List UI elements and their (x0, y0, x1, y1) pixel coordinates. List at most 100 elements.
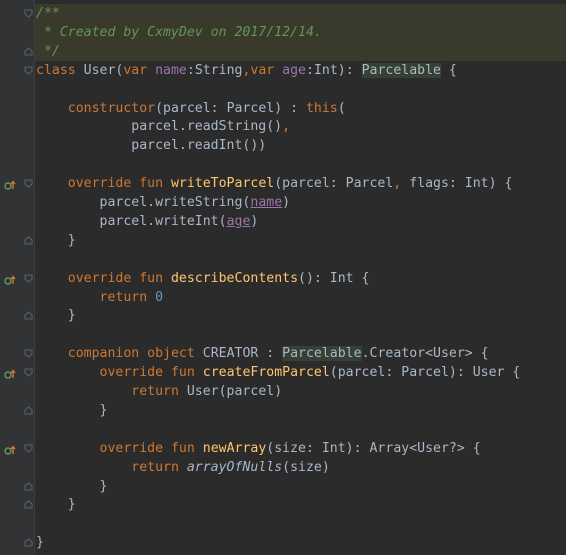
code-line[interactable]: } (0, 477, 566, 496)
code-token: describeContents (170, 270, 299, 286)
code-line[interactable]: } (0, 401, 566, 420)
code-text[interactable]: } (36, 495, 76, 514)
code-line[interactable]: return arrayOfNulls(size) (0, 458, 566, 477)
fold-close-icon[interactable] (24, 500, 33, 509)
code-token: var (123, 62, 156, 78)
code-line[interactable]: companion object CREATOR : Parcelable.Cr… (0, 344, 566, 363)
code-token: flags: Int) { (409, 176, 513, 192)
code-token: */ (36, 43, 60, 59)
code-token: { (440, 62, 457, 78)
code-token: override fun (67, 270, 171, 286)
code-line[interactable]: override fun newArray(size: Int): Array<… (0, 439, 566, 458)
code-token: return (99, 289, 156, 305)
code-text[interactable]: companion object CREATOR : Parcelable.Cr… (36, 344, 489, 363)
code-line[interactable] (0, 155, 566, 174)
fold-close-icon[interactable] (24, 236, 33, 245)
code-line[interactable]: } (0, 306, 566, 325)
code-line[interactable]: return User(parcel) (0, 382, 566, 401)
implements-method-icon[interactable] (4, 443, 16, 455)
implements-method-icon[interactable] (4, 178, 16, 190)
code-token: (parcel: Parcel (274, 176, 394, 192)
code-line[interactable]: } (0, 495, 566, 514)
code-text[interactable]: */ (36, 42, 60, 61)
code-token: return (131, 459, 187, 475)
code-token: age (226, 213, 251, 229)
code-token: (parcel: Parcel) : (155, 100, 306, 116)
fold-open-icon[interactable] (24, 179, 33, 188)
fold-open-icon[interactable] (24, 349, 33, 358)
code-line[interactable]: override fun createFromParcel(parcel: Pa… (0, 363, 566, 382)
code-line[interactable]: override fun describeContents(): Int { (0, 269, 566, 288)
code-line[interactable]: parcel.readInt()) (0, 136, 566, 155)
code-text[interactable]: return User(parcel) (36, 382, 282, 401)
code-line[interactable]: constructor(parcel: Parcel) : this( (0, 99, 566, 118)
code-token: Parcelable (282, 346, 362, 362)
code-line[interactable] (0, 514, 566, 533)
implements-method-icon[interactable] (4, 367, 16, 379)
fold-open-icon[interactable] (24, 368, 33, 377)
code-token: ( (337, 100, 346, 116)
code-text[interactable]: override fun describeContents(): Int { (36, 269, 370, 288)
fold-open-icon[interactable] (24, 66, 33, 75)
code-line[interactable]: } (0, 533, 566, 552)
code-line[interactable] (0, 250, 566, 269)
code-token: User( (83, 62, 124, 78)
code-line[interactable]: class User(var name:String,var age:Int):… (0, 61, 566, 80)
fold-close-icon[interactable] (24, 538, 33, 547)
fold-open-icon[interactable] (24, 9, 33, 18)
code-token: CREATOR : (202, 346, 283, 362)
code-token: name (250, 195, 283, 210)
code-token: parcel.writeInt( (36, 213, 227, 229)
fold-open-icon[interactable] (24, 444, 33, 453)
code-text[interactable]: override fun newArray(size: Int): Array<… (36, 439, 481, 458)
fold-close-icon[interactable] (24, 481, 33, 491)
code-line[interactable]: parcel.writeInt(age) (0, 212, 566, 231)
code-line[interactable]: parcel.writeString(name) (0, 193, 566, 212)
code-line[interactable] (0, 325, 566, 344)
code-text[interactable]: parcel.readString(), (36, 117, 290, 136)
code-text[interactable]: return 0 (36, 288, 164, 307)
code-token: .Creator<User> { (361, 346, 489, 362)
code-line[interactable]: parcel.readString(), (0, 117, 566, 136)
code-token: } (36, 232, 76, 248)
code-text[interactable]: * Created by CxmyDev on 2017/12/14. (36, 23, 322, 42)
code-text[interactable]: override fun createFromParcel(parcel: Pa… (36, 363, 521, 382)
code-text[interactable]: /** (36, 4, 60, 23)
fold-close-icon[interactable] (24, 47, 33, 56)
code-text[interactable]: constructor(parcel: Parcel) : this( (36, 99, 346, 118)
code-text[interactable]: } (36, 477, 108, 496)
code-line[interactable] (0, 420, 566, 439)
code-line[interactable] (0, 80, 566, 99)
code-line[interactable]: */ (0, 42, 566, 61)
code-text[interactable]: parcel.writeString(name) (36, 193, 291, 212)
fold-close-icon[interactable] (24, 406, 33, 415)
code-text[interactable]: class User(var name:String,var age:Int):… (36, 61, 457, 80)
code-line[interactable]: * Created by CxmyDev on 2017/12/14. (0, 23, 566, 42)
code-editor[interactable]: /** * Created by CxmyDev on 2017/12/14. … (0, 0, 566, 555)
code-line[interactable]: override fun writeToParcel(parcel: Parce… (0, 174, 566, 193)
code-token: newArray (202, 440, 267, 456)
implements-method-icon[interactable] (4, 273, 16, 285)
code-text[interactable]: } (36, 306, 76, 325)
code-token: } (36, 402, 108, 418)
code-token: override fun (99, 440, 203, 456)
fold-close-icon[interactable] (24, 311, 33, 320)
fold-open-icon[interactable] (24, 274, 33, 283)
code-text[interactable]: parcel.writeInt(age) (36, 212, 259, 231)
code-text[interactable]: parcel.readInt()) (36, 136, 266, 155)
code-line[interactable]: /** (0, 4, 566, 23)
code-token: } (36, 308, 76, 324)
code-text[interactable]: override fun writeToParcel(parcel: Parce… (36, 174, 513, 193)
code-text[interactable]: } (36, 533, 44, 552)
code-line[interactable]: } (0, 231, 566, 250)
code-text[interactable]: } (36, 401, 108, 420)
code-line[interactable]: return 0 (0, 288, 566, 307)
code-text[interactable]: } (36, 231, 76, 250)
code-text[interactable]: return arrayOfNulls(size) (36, 458, 330, 477)
code-token: } (36, 497, 76, 513)
